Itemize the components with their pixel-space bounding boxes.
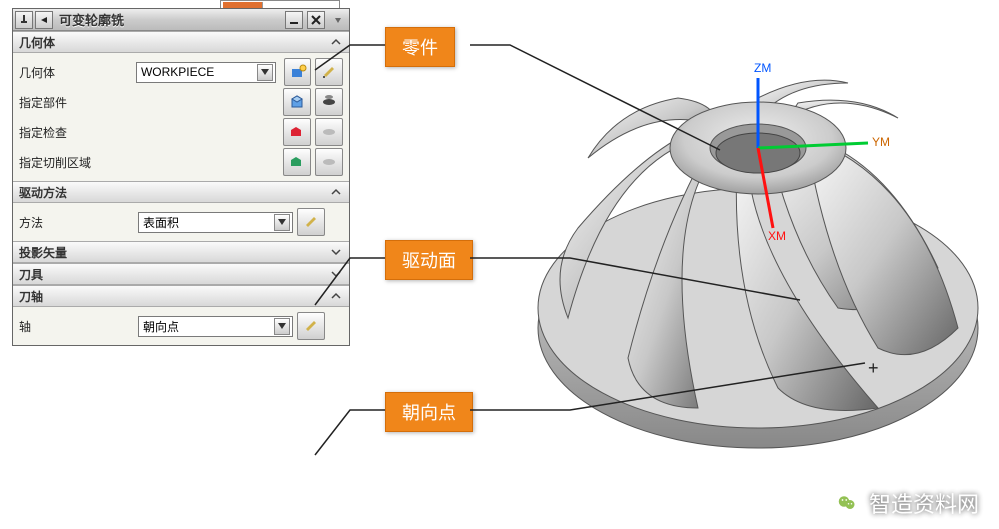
display-part-button[interactable]: [315, 88, 343, 116]
axis-x-label: XM: [768, 229, 786, 243]
minimize-button[interactable]: [285, 11, 303, 29]
chevron-down-icon[interactable]: [257, 64, 273, 81]
row-specify-part: 指定部件: [19, 87, 343, 117]
display-check-button[interactable]: [315, 118, 343, 146]
chevron-up-icon: [329, 35, 343, 49]
label-specify-cutarea: 指定切削区域: [19, 154, 134, 171]
callout-toward-point: 朝向点: [385, 392, 473, 432]
section-body-drive: 方法 表面积: [13, 203, 349, 241]
crosshair-marker: +: [868, 358, 879, 378]
help-button[interactable]: [329, 11, 347, 29]
section-title: 刀具: [19, 266, 43, 283]
label-geometry: 几何体: [19, 64, 132, 81]
dialog-title: 可变轮廓铣: [53, 10, 283, 29]
label-specify-check: 指定检查: [19, 124, 134, 141]
row-geometry-body: 几何体 WORKPIECE: [19, 57, 343, 87]
section-header-geometry[interactable]: 几何体: [13, 31, 349, 53]
dropdown-geometry[interactable]: WORKPIECE: [136, 62, 276, 83]
axis-z-label: ZM: [754, 61, 771, 75]
row-specify-cutarea: 指定切削区域: [19, 147, 343, 177]
edit-geometry-button[interactable]: [315, 58, 343, 86]
chevron-down-icon: [329, 267, 343, 281]
wechat-icon: [833, 489, 861, 517]
section-body-axis: 轴 朝向点: [13, 307, 349, 345]
row-axis: 轴 朝向点: [19, 311, 343, 341]
axis-y-label: YM: [872, 135, 890, 149]
dropdown-method[interactable]: 表面积: [138, 212, 293, 233]
select-check-button[interactable]: [283, 118, 311, 146]
select-part-button[interactable]: [283, 88, 311, 116]
dropdown-value: WORKPIECE: [141, 65, 214, 79]
section-header-projection[interactable]: 投影矢量: [13, 241, 349, 263]
label-axis: 轴: [19, 318, 134, 335]
edit-axis-button[interactable]: [297, 312, 325, 340]
section-title: 刀轴: [19, 288, 43, 305]
create-geometry-button[interactable]: [284, 58, 312, 86]
display-cutarea-button[interactable]: [315, 148, 343, 176]
chevron-down-icon[interactable]: [274, 318, 290, 335]
close-button[interactable]: [307, 11, 325, 29]
watermark-text: 智造资料网: [869, 487, 979, 519]
row-method: 方法 表面积: [19, 207, 343, 237]
row-specify-check: 指定检查: [19, 117, 343, 147]
section-header-drive[interactable]: 驱动方法: [13, 181, 349, 203]
operation-dialog: 可变轮廓铣 几何体 几何体 WORKPIECE: [12, 8, 350, 346]
section-body-geometry: 几何体 WORKPIECE 指定部件 指定检查: [13, 53, 349, 181]
select-cutarea-button[interactable]: [283, 148, 311, 176]
section-title: 几何体: [19, 34, 55, 51]
pin-button[interactable]: [15, 11, 33, 29]
section-header-axis[interactable]: 刀轴: [13, 285, 349, 307]
edit-method-button[interactable]: [297, 208, 325, 236]
section-title: 投影矢量: [19, 244, 67, 261]
callout-drive-surface: 驱动面: [385, 240, 473, 280]
watermark: 智造资料网: [833, 487, 979, 519]
chevron-up-icon: [329, 289, 343, 303]
callout-part: 零件: [385, 27, 455, 67]
label-specify-part: 指定部件: [19, 94, 134, 111]
dropdown-value: 表面积: [143, 214, 179, 231]
arrow-icon: [35, 11, 53, 29]
label-method: 方法: [19, 214, 134, 231]
chevron-down-icon[interactable]: [274, 214, 290, 231]
section-header-tool[interactable]: 刀具: [13, 263, 349, 285]
dropdown-axis[interactable]: 朝向点: [138, 316, 293, 337]
chevron-down-icon: [329, 245, 343, 259]
title-bar: 可变轮廓铣: [13, 9, 349, 31]
section-title: 驱动方法: [19, 184, 67, 201]
dropdown-value: 朝向点: [143, 318, 179, 335]
chevron-up-icon: [329, 185, 343, 199]
